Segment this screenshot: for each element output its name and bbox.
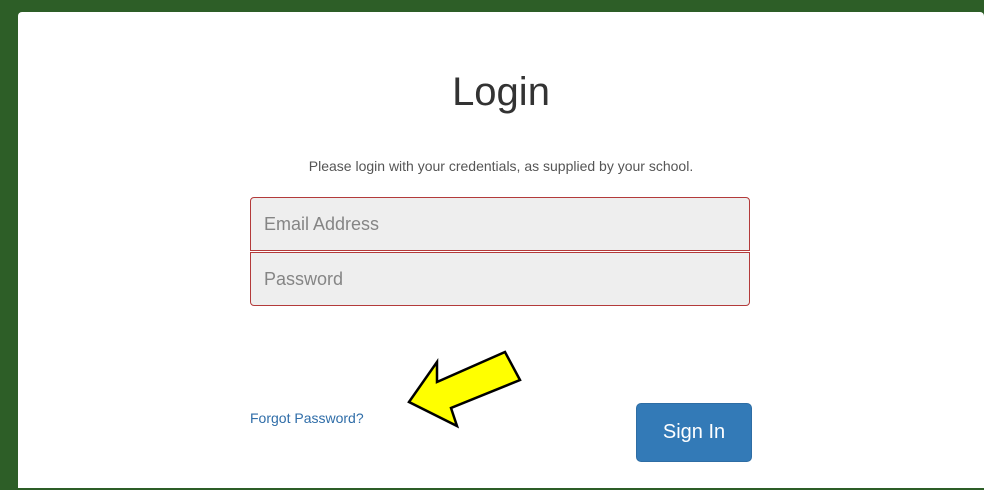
page-title: Login — [452, 70, 550, 114]
forgot-password-link[interactable]: Forgot Password? — [250, 409, 364, 427]
password-field[interactable] — [250, 252, 750, 306]
email-field[interactable] — [250, 197, 750, 251]
sign-in-button[interactable]: Sign In — [636, 403, 752, 462]
login-instructions: Please login with your credentials, as s… — [308, 158, 694, 174]
yellow-arrow-icon — [407, 350, 522, 429]
